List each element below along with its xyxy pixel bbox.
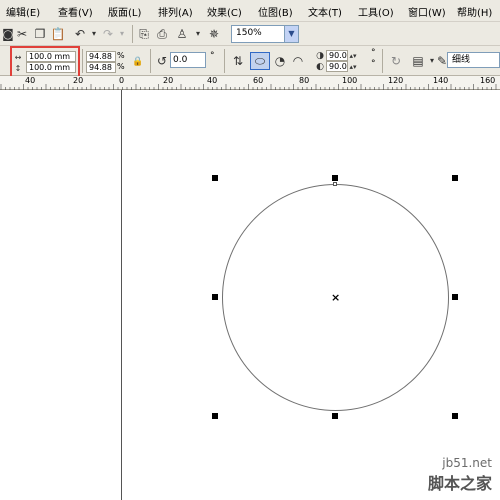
rotation-center-marker[interactable]: × (331, 292, 340, 303)
export-icon[interactable]: ⎙ (154, 26, 170, 42)
selection-handle-bottom-right[interactable] (452, 413, 458, 419)
watermark-site: jb51.net (442, 456, 492, 470)
watermark: jb51.net 脚本之家 (428, 456, 492, 494)
arc-icon[interactable]: ◠ (290, 53, 306, 69)
toolbar-separator (382, 49, 383, 73)
zoom-level-value: 150% (236, 28, 262, 38)
standard-toolbar: ◙ ✂ ❐ 📋 ↶ ▾ ↷ ▾ ⎘ ⎙ ♙ ▾ ✵ 150% ▼ (0, 22, 500, 46)
end-angle-spin-icon[interactable]: ▴▾ (348, 59, 358, 75)
selection-handle-bottom[interactable] (332, 413, 338, 419)
launcher-dropdown-icon[interactable]: ▾ (190, 26, 206, 42)
ruler-label: 40 (25, 76, 36, 85)
corel-online-icon[interactable]: ✵ (206, 26, 222, 42)
menu-text[interactable]: 文本(T) (308, 4, 342, 19)
end-angle-field[interactable]: 90.0 (326, 61, 348, 72)
start-angle-field[interactable]: 90.0 (326, 50, 348, 61)
ruler-label: 120 (388, 76, 404, 85)
chevron-down-icon[interactable]: ▼ (284, 26, 298, 42)
selection-handle-bottom-left[interactable] (212, 413, 218, 419)
horizontal-ruler[interactable]: 40 20 0 20 40 60 80 100 120 140 160 (0, 76, 500, 90)
menu-edit[interactable]: 编辑(E) (6, 4, 40, 19)
menu-window[interactable]: 窗口(W) (408, 4, 446, 19)
outline-width-select[interactable]: 细线 (447, 52, 500, 68)
ruler-label: 80 (299, 76, 310, 85)
page-border (121, 90, 122, 500)
menu-layout[interactable]: 版面(L) (108, 4, 141, 19)
import-icon[interactable]: ⎘ (136, 26, 152, 42)
ruler-label: 20 (73, 76, 84, 85)
scale-x-field[interactable]: 94.88 (86, 51, 116, 62)
end-angle-degree-symbol: ° (371, 59, 376, 69)
ruler-label: 0 (119, 76, 125, 85)
selection-handle-top-right[interactable] (452, 175, 458, 181)
ruler-label: 60 (253, 76, 264, 85)
scale-x-percent: % (117, 51, 125, 60)
ruler-label: 100 (342, 76, 358, 85)
toolbar-separator (132, 25, 133, 43)
mirror-icon[interactable]: ⇅ (230, 53, 246, 69)
toolbar-separator (224, 49, 225, 73)
paste-icon[interactable]: 📋 (50, 26, 66, 42)
ruler-label: 40 (207, 76, 218, 85)
rotation-degree-symbol: ° (210, 51, 215, 61)
menu-bitmaps[interactable]: 位图(B) (258, 4, 293, 19)
ruler-label: 140 (433, 76, 449, 85)
lock-ratio-icon[interactable]: 🔒 (130, 54, 146, 70)
direction-icon[interactable]: ↻ (388, 53, 404, 69)
selection-handle-top-left[interactable] (212, 175, 218, 181)
application-launcher-icon[interactable]: ♙ (174, 26, 190, 42)
pie-icon[interactable]: ◔ (272, 53, 288, 69)
zoom-level-select[interactable]: 150% ▼ (231, 25, 299, 43)
ruler-label: 160 (480, 76, 496, 85)
selection-handle-top[interactable] (332, 175, 338, 181)
selection-handle-right[interactable] (452, 294, 458, 300)
menu-tools[interactable]: 工具(O) (358, 4, 394, 19)
watermark-name: 脚本之家 (427, 474, 492, 493)
menu-bar: 编辑(E) 查看(V) 版面(L) 排列(A) 效果(C) 位图(B) 文本(T… (0, 0, 500, 22)
menu-effects[interactable]: 效果(C) (207, 4, 242, 19)
ellipse-icon[interactable]: ⬭ (250, 52, 270, 70)
redo-dropdown-icon[interactable]: ▾ (114, 26, 130, 42)
rotation-angle-field[interactable]: 0.0 (170, 52, 206, 68)
ruler-label: 20 (163, 76, 174, 85)
selection-handle-left[interactable] (212, 294, 218, 300)
start-angle-degree-symbol: ° (371, 48, 376, 58)
scale-y-percent: % (117, 62, 125, 71)
menu-help[interactable]: 帮助(H) (457, 4, 492, 19)
toolbar-separator (82, 49, 83, 73)
cut-icon[interactable]: ✂ (14, 26, 30, 42)
toolbar-separator (150, 49, 151, 73)
ellipse-node[interactable] (333, 182, 337, 186)
menu-arrange[interactable]: 排列(A) (158, 4, 193, 19)
copy-icon[interactable]: ❐ (32, 26, 48, 42)
menu-view[interactable]: 查看(V) (58, 4, 93, 19)
scale-y-field[interactable]: 94.88 (86, 62, 116, 73)
rotate-icon: ↺ (156, 54, 168, 68)
